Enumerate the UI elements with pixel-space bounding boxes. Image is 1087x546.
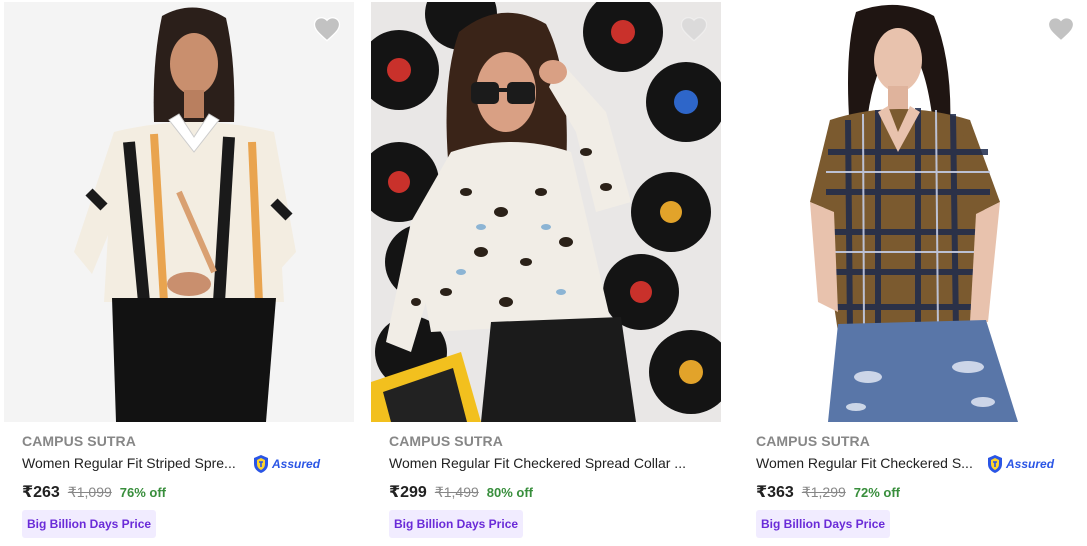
original-price: ₹1,499 — [434, 484, 479, 500]
product-card[interactable]: CAMPUS SUTRA Women Regular Fit Striped S… — [4, 0, 354, 546]
product-title[interactable]: Women Regular Fit Checkered Spread Colla… — [389, 455, 686, 471]
offer-badge: Big Billion Days Price — [389, 510, 524, 538]
original-price: ₹1,099 — [67, 484, 112, 500]
offer-badge: Big Billion Days Price — [22, 510, 157, 538]
wishlist-heart-icon[interactable] — [679, 14, 709, 44]
discount-percent: 72% off — [853, 485, 901, 500]
wishlist-heart-icon[interactable] — [312, 14, 342, 44]
assured-badge: Assured — [986, 454, 1054, 474]
product-brand: CAMPUS SUTRA — [389, 433, 503, 449]
discount-percent: 76% off — [119, 485, 167, 500]
price-row: ₹263 ₹1,099 76% off — [22, 482, 166, 502]
product-title[interactable]: Women Regular Fit Striped Spre... — [22, 455, 236, 471]
product-image[interactable] — [371, 2, 721, 422]
selling-price: ₹363 — [756, 484, 794, 501]
selling-price: ₹263 — [22, 484, 60, 501]
price-row: ₹299 ₹1,499 80% off — [389, 482, 533, 502]
product-card[interactable]: CAMPUS SUTRA Women Regular Fit Checkered… — [738, 0, 1087, 546]
product-brand: CAMPUS SUTRA — [756, 433, 870, 449]
offer-badge: Big Billion Days Price — [756, 510, 891, 538]
wishlist-heart-icon[interactable] — [1046, 14, 1076, 44]
original-price: ₹1,299 — [801, 484, 846, 500]
product-brand: CAMPUS SUTRA — [22, 433, 136, 449]
price-row: ₹363 ₹1,299 72% off — [756, 482, 900, 502]
assured-shield-icon — [254, 455, 268, 473]
product-card[interactable]: CAMPUS SUTRA Women Regular Fit Checkered… — [371, 0, 721, 546]
product-title[interactable]: Women Regular Fit Checkered S... — [756, 455, 973, 471]
assured-shield-icon — [988, 455, 1002, 473]
product-image[interactable] — [4, 2, 354, 422]
assured-badge: Assured — [252, 454, 320, 474]
discount-percent: 80% off — [486, 485, 534, 500]
product-image[interactable] — [738, 2, 1087, 422]
selling-price: ₹299 — [389, 484, 427, 501]
